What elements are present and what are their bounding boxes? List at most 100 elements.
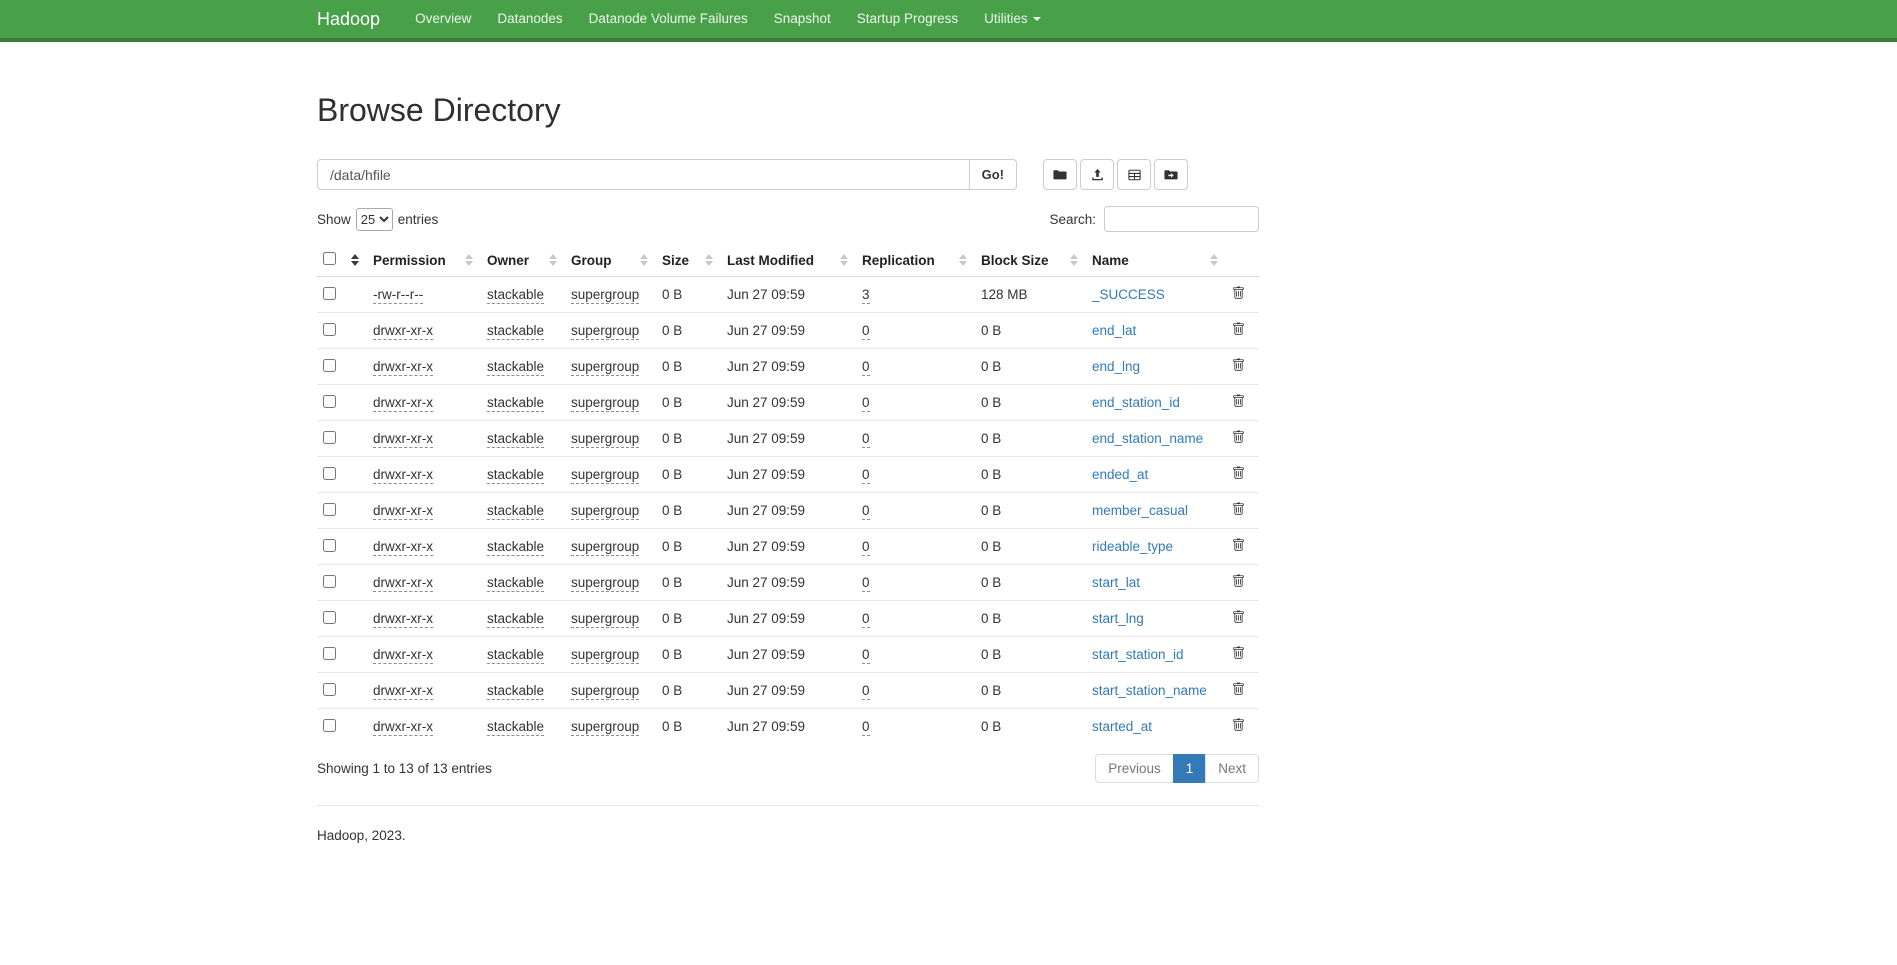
table-button[interactable] [1117, 159, 1151, 190]
replication-value[interactable]: 0 [862, 431, 870, 448]
group-value[interactable]: supergroup [571, 575, 639, 592]
file-name-link[interactable]: end_station_name [1092, 431, 1203, 446]
delete-file-button[interactable] [1232, 358, 1245, 372]
delete-file-button[interactable] [1232, 394, 1245, 408]
replication-value[interactable]: 0 [862, 539, 870, 556]
file-name-link[interactable]: end_lat [1092, 323, 1136, 338]
search-input[interactable] [1104, 206, 1259, 232]
replication-value[interactable]: 0 [862, 683, 870, 700]
file-name-link[interactable]: rideable_type [1092, 539, 1173, 554]
delete-file-button[interactable] [1232, 682, 1245, 696]
file-name-link[interactable]: end_lng [1092, 359, 1140, 374]
group-value[interactable]: supergroup [571, 323, 639, 340]
row-checkbox[interactable] [323, 395, 336, 408]
column-header-block-size[interactable]: Block Size [975, 244, 1086, 277]
permission-value[interactable]: drwxr-xr-x [373, 683, 433, 700]
owner-value[interactable]: stackable [487, 431, 544, 448]
navbar-brand[interactable]: Hadoop [317, 0, 380, 38]
upload-file-button[interactable] [1080, 159, 1114, 190]
file-name-link[interactable]: start_station_id [1092, 647, 1184, 662]
file-name-link[interactable]: start_lng [1092, 611, 1144, 626]
replication-value[interactable]: 3 [862, 287, 870, 304]
replication-value[interactable]: 0 [862, 467, 870, 484]
replication-value[interactable]: 0 [862, 611, 870, 628]
row-checkbox[interactable] [323, 467, 336, 480]
permission-value[interactable]: drwxr-xr-x [373, 719, 433, 736]
group-value[interactable]: supergroup [571, 719, 639, 736]
replication-value[interactable]: 0 [862, 719, 870, 736]
delete-file-button[interactable] [1232, 286, 1245, 300]
permission-value[interactable]: drwxr-xr-x [373, 395, 433, 412]
file-name-link[interactable]: member_casual [1092, 503, 1188, 518]
file-name-link[interactable]: ended_at [1092, 467, 1148, 482]
page-length-select[interactable]: 25 [356, 208, 393, 231]
replication-value[interactable]: 0 [862, 359, 870, 376]
move-button[interactable] [1154, 159, 1188, 190]
pagination-page-1[interactable]: 1 [1173, 754, 1207, 783]
nav-item-utilities[interactable]: Utilities [971, 0, 1054, 38]
row-checkbox[interactable] [323, 575, 336, 588]
row-checkbox[interactable] [323, 647, 336, 660]
group-value[interactable]: supergroup [571, 287, 639, 304]
permission-value[interactable]: drwxr-xr-x [373, 359, 433, 376]
permission-value[interactable]: drwxr-xr-x [373, 575, 433, 592]
group-value[interactable]: supergroup [571, 395, 639, 412]
replication-value[interactable]: 0 [862, 503, 870, 520]
row-checkbox[interactable] [323, 503, 336, 516]
delete-file-button[interactable] [1232, 538, 1245, 552]
pagination-next[interactable]: Next [1205, 754, 1259, 783]
replication-value[interactable]: 0 [862, 647, 870, 664]
go-button[interactable]: Go! [970, 159, 1017, 190]
owner-value[interactable]: stackable [487, 395, 544, 412]
column-header-select-all[interactable] [317, 244, 367, 277]
delete-file-button[interactable] [1232, 574, 1245, 588]
row-checkbox[interactable] [323, 323, 336, 336]
permission-value[interactable]: drwxr-xr-x [373, 611, 433, 628]
owner-value[interactable]: stackable [487, 647, 544, 664]
delete-file-button[interactable] [1232, 610, 1245, 624]
row-checkbox[interactable] [323, 539, 336, 552]
pagination-previous[interactable]: Previous [1095, 754, 1174, 783]
group-value[interactable]: supergroup [571, 647, 639, 664]
column-header-permission[interactable]: Permission [367, 244, 481, 277]
owner-value[interactable]: stackable [487, 359, 544, 376]
select-all-checkbox[interactable] [323, 252, 336, 265]
column-header-last-modified[interactable]: Last Modified [721, 244, 856, 277]
owner-value[interactable]: stackable [487, 683, 544, 700]
delete-file-button[interactable] [1232, 466, 1245, 480]
delete-file-button[interactable] [1232, 322, 1245, 336]
group-value[interactable]: supergroup [571, 683, 639, 700]
column-header-group[interactable]: Group [565, 244, 656, 277]
replication-value[interactable]: 0 [862, 323, 870, 340]
create-directory-button[interactable] [1043, 159, 1077, 190]
nav-item-datanodes[interactable]: Datanodes [484, 0, 575, 38]
owner-value[interactable]: stackable [487, 503, 544, 520]
owner-value[interactable]: stackable [487, 575, 544, 592]
column-header-size[interactable]: Size [656, 244, 721, 277]
group-value[interactable]: supergroup [571, 539, 639, 556]
delete-file-button[interactable] [1232, 430, 1245, 444]
permission-value[interactable]: drwxr-xr-x [373, 431, 433, 448]
row-checkbox[interactable] [323, 611, 336, 624]
permission-value[interactable]: drwxr-xr-x [373, 503, 433, 520]
owner-value[interactable]: stackable [487, 719, 544, 736]
row-checkbox[interactable] [323, 683, 336, 696]
permission-value[interactable]: -rw-r--r-- [373, 287, 423, 304]
file-name-link[interactable]: start_station_name [1092, 683, 1207, 698]
permission-value[interactable]: drwxr-xr-x [373, 467, 433, 484]
permission-value[interactable]: drwxr-xr-x [373, 539, 433, 556]
permission-value[interactable]: drwxr-xr-x [373, 647, 433, 664]
file-name-link[interactable]: end_station_id [1092, 395, 1180, 410]
owner-value[interactable]: stackable [487, 323, 544, 340]
directory-path-input[interactable] [317, 159, 970, 190]
owner-value[interactable]: stackable [487, 287, 544, 304]
replication-value[interactable]: 0 [862, 575, 870, 592]
delete-file-button[interactable] [1232, 502, 1245, 516]
row-checkbox[interactable] [323, 431, 336, 444]
file-name-link[interactable]: _SUCCESS [1092, 287, 1165, 302]
group-value[interactable]: supergroup [571, 503, 639, 520]
group-value[interactable]: supergroup [571, 467, 639, 484]
group-value[interactable]: supergroup [571, 359, 639, 376]
owner-value[interactable]: stackable [487, 467, 544, 484]
nav-item-startup-progress[interactable]: Startup Progress [844, 0, 971, 38]
